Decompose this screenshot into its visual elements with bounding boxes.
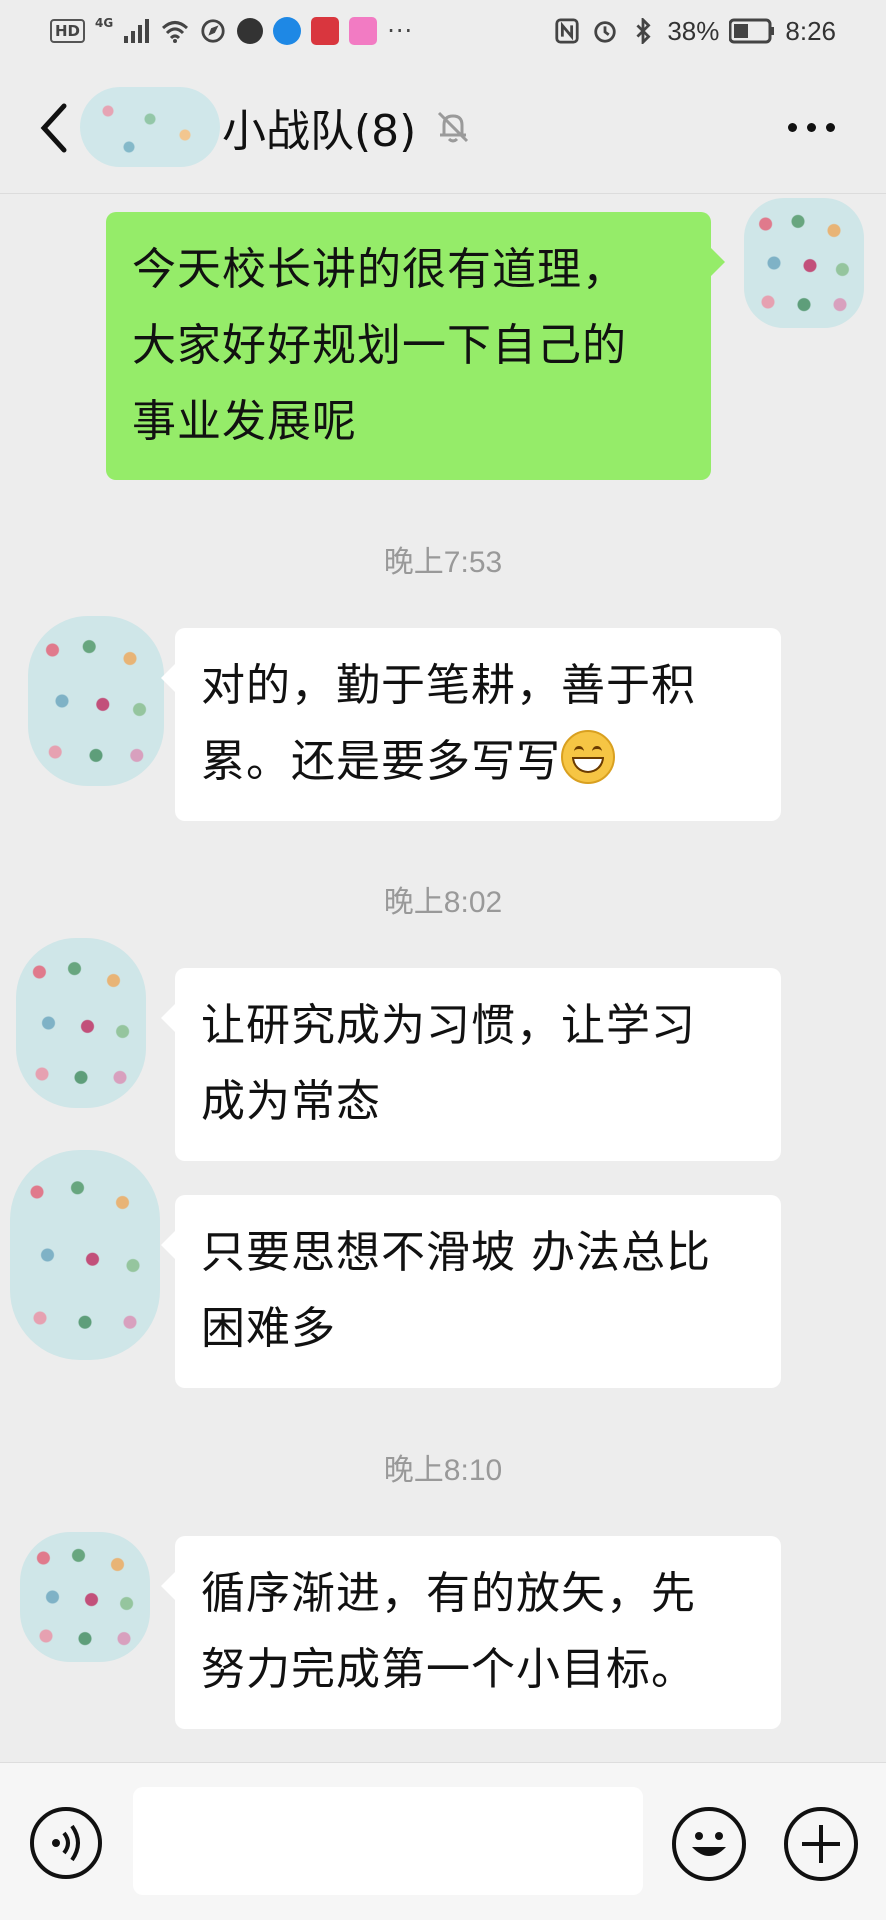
status-bar-right: 38% 8:26 — [553, 16, 836, 47]
message-bubble-incoming[interactable]: 对的，勤于笔耕，善于积 累。还是要多写写 — [161, 628, 781, 821]
chat-title: 小战队(8) — [222, 106, 417, 157]
back-icon[interactable] — [34, 100, 74, 156]
message-line: 事业发展呢 — [132, 396, 357, 447]
avatar-member[interactable] — [28, 616, 164, 786]
message-line: 成为常态 — [201, 1076, 381, 1127]
more-dot — [826, 122, 835, 132]
message-line: 累。还是要多写写 — [201, 724, 755, 800]
message-bubble-outgoing[interactable]: 今天校长讲的很有道理， 大家好好规划一下自己的 事业发展呢 — [106, 212, 725, 480]
message-line: 大家好好规划一下自己的 — [132, 320, 627, 371]
status-bar: HD 4G ··· 38% 8:26 — [0, 0, 886, 62]
message-timestamp: 晚上8:02 — [383, 886, 503, 919]
avatar-member[interactable] — [10, 1150, 160, 1360]
message-line: 只要思想不滑坡 办法总比 — [201, 1227, 711, 1278]
alarm-icon — [594, 21, 617, 43]
message-line: 今天校长讲的很有道理， — [132, 244, 627, 295]
avatar-member[interactable] — [20, 1532, 150, 1662]
status-bar-left: HD 4G ··· — [50, 16, 414, 45]
clock: 8:26 — [785, 15, 836, 46]
message-line: 困难多 — [201, 1303, 336, 1354]
chat-title-area[interactable]: 小战队(8) — [80, 87, 472, 167]
grin-emoji-icon — [561, 730, 615, 784]
message-input[interactable] — [133, 1787, 643, 1895]
message-bubble-incoming[interactable]: 让研究成为习惯，让学习 成为常态 — [161, 968, 781, 1161]
wifi-icon — [162, 21, 189, 43]
chat-header: 小战队(8) — [0, 62, 886, 194]
blue-app-icon — [273, 17, 302, 45]
red-app-icon — [311, 17, 340, 45]
message-line: 对的，勤于笔耕，善于积 — [201, 660, 696, 711]
browser-icon — [201, 19, 225, 43]
message-line-text: 累。还是要多写写 — [201, 736, 561, 787]
nfc-icon — [555, 18, 579, 44]
emoji-face — [692, 1832, 726, 1856]
voice-waves — [52, 1824, 80, 1862]
pink-app-icon — [349, 17, 378, 45]
emoji-mouth — [572, 757, 604, 773]
avatar-self[interactable] — [744, 198, 864, 328]
qq-icon — [237, 18, 264, 44]
network-type-label: 4G — [95, 16, 114, 30]
plus-cross — [802, 1825, 840, 1863]
more-dot — [788, 122, 797, 132]
message-line: 努力完成第一个小目标。 — [201, 1644, 696, 1695]
blurred-group-name — [80, 87, 220, 167]
battery-percentage: 38% — [667, 15, 720, 46]
more-dot — [807, 122, 816, 132]
message-bubble-incoming[interactable]: 循序渐进，有的放矢，先 努力完成第一个小目标。 — [161, 1536, 781, 1729]
message-line: 循序渐进，有的放矢，先 — [201, 1568, 696, 1619]
message-line: 让研究成为习惯，让学习 — [201, 1000, 696, 1051]
bluetooth-icon — [636, 18, 651, 44]
more-icon[interactable] — [788, 112, 848, 142]
hd-icon: HD — [50, 19, 86, 43]
message-timestamp: 晚上7:53 — [383, 546, 503, 579]
emoji-icon[interactable] — [672, 1807, 746, 1881]
message-timestamp: 晚上8:10 — [383, 1454, 503, 1487]
signal-icon — [124, 19, 150, 43]
input-bar — [0, 1762, 886, 1920]
voice-icon[interactable] — [30, 1807, 102, 1879]
message-bubble-incoming[interactable]: 只要思想不滑坡 办法总比 困难多 — [161, 1195, 781, 1388]
battery-icon — [729, 18, 775, 44]
avatar-member[interactable] — [16, 938, 146, 1108]
mute-bell-icon — [438, 111, 469, 143]
more-notifications-indicator: ··· — [387, 17, 414, 45]
plus-icon[interactable] — [784, 1807, 858, 1881]
